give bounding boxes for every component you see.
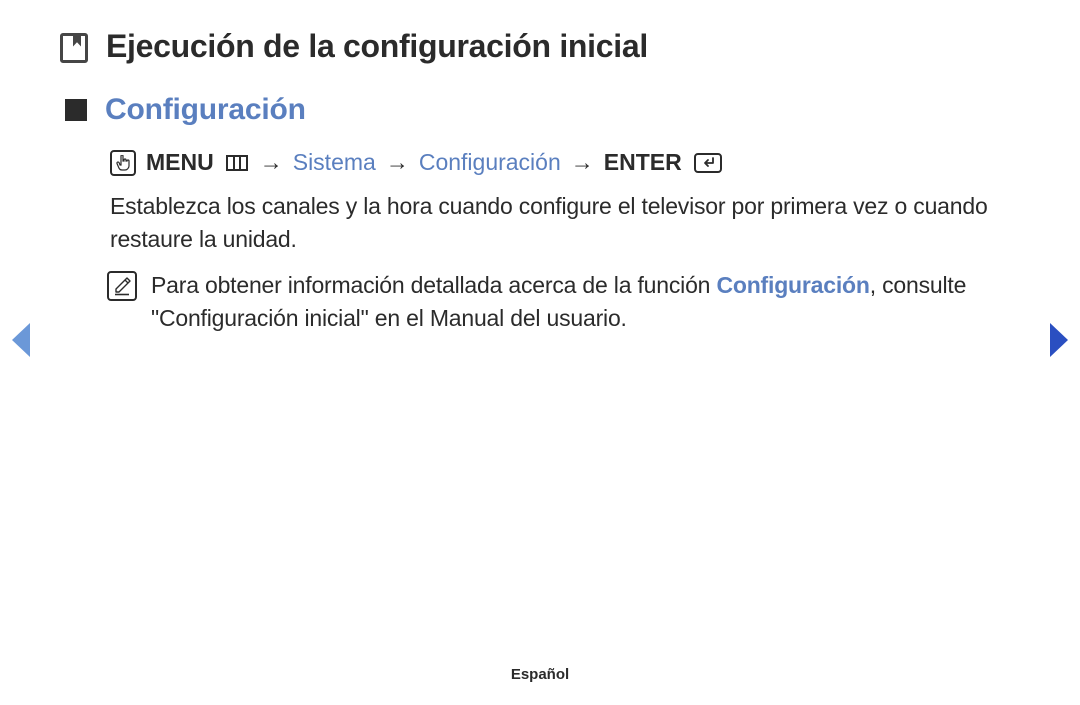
content-block: MENU → Sistema → Configuración → ENTER E… bbox=[110, 149, 1020, 335]
menu-label: MENU bbox=[146, 149, 214, 176]
note-pencil-icon bbox=[107, 271, 137, 301]
bookmark-icon bbox=[60, 33, 88, 63]
note-row: Para obtener información detallada acerc… bbox=[107, 269, 1020, 336]
enter-label: ENTER bbox=[604, 149, 682, 176]
nav-step-sistema: Sistema bbox=[293, 149, 376, 176]
triangle-right-icon bbox=[1044, 320, 1072, 360]
menu-bars-icon bbox=[226, 155, 248, 171]
hand-pointer-icon bbox=[110, 150, 136, 176]
navigation-path: MENU → Sistema → Configuración → ENTER bbox=[110, 149, 1020, 176]
footer-language: Español bbox=[0, 666, 1080, 683]
body-paragraph: Establezca los canales y la hora cuando … bbox=[110, 190, 1020, 257]
nav-step-configuracion: Configuración bbox=[419, 149, 561, 176]
arrow-3: → bbox=[571, 149, 594, 176]
section-row: Configuración bbox=[65, 93, 1020, 127]
section-heading: Configuración bbox=[105, 93, 306, 127]
enter-icon bbox=[694, 153, 722, 173]
note-text: Para obtener información detallada acerc… bbox=[151, 269, 1020, 336]
square-bullet-icon bbox=[65, 99, 87, 121]
title-row: Ejecución de la configuración inicial bbox=[60, 28, 1020, 65]
page-title: Ejecución de la configuración inicial bbox=[106, 28, 648, 65]
triangle-left-icon bbox=[8, 320, 36, 360]
note-pre: Para obtener información detallada acerc… bbox=[151, 272, 716, 298]
previous-page-button[interactable] bbox=[8, 320, 36, 365]
next-page-button[interactable] bbox=[1044, 320, 1072, 365]
note-highlight: Configuración bbox=[716, 272, 869, 298]
arrow-1: → bbox=[260, 149, 283, 176]
arrow-2: → bbox=[386, 149, 409, 176]
